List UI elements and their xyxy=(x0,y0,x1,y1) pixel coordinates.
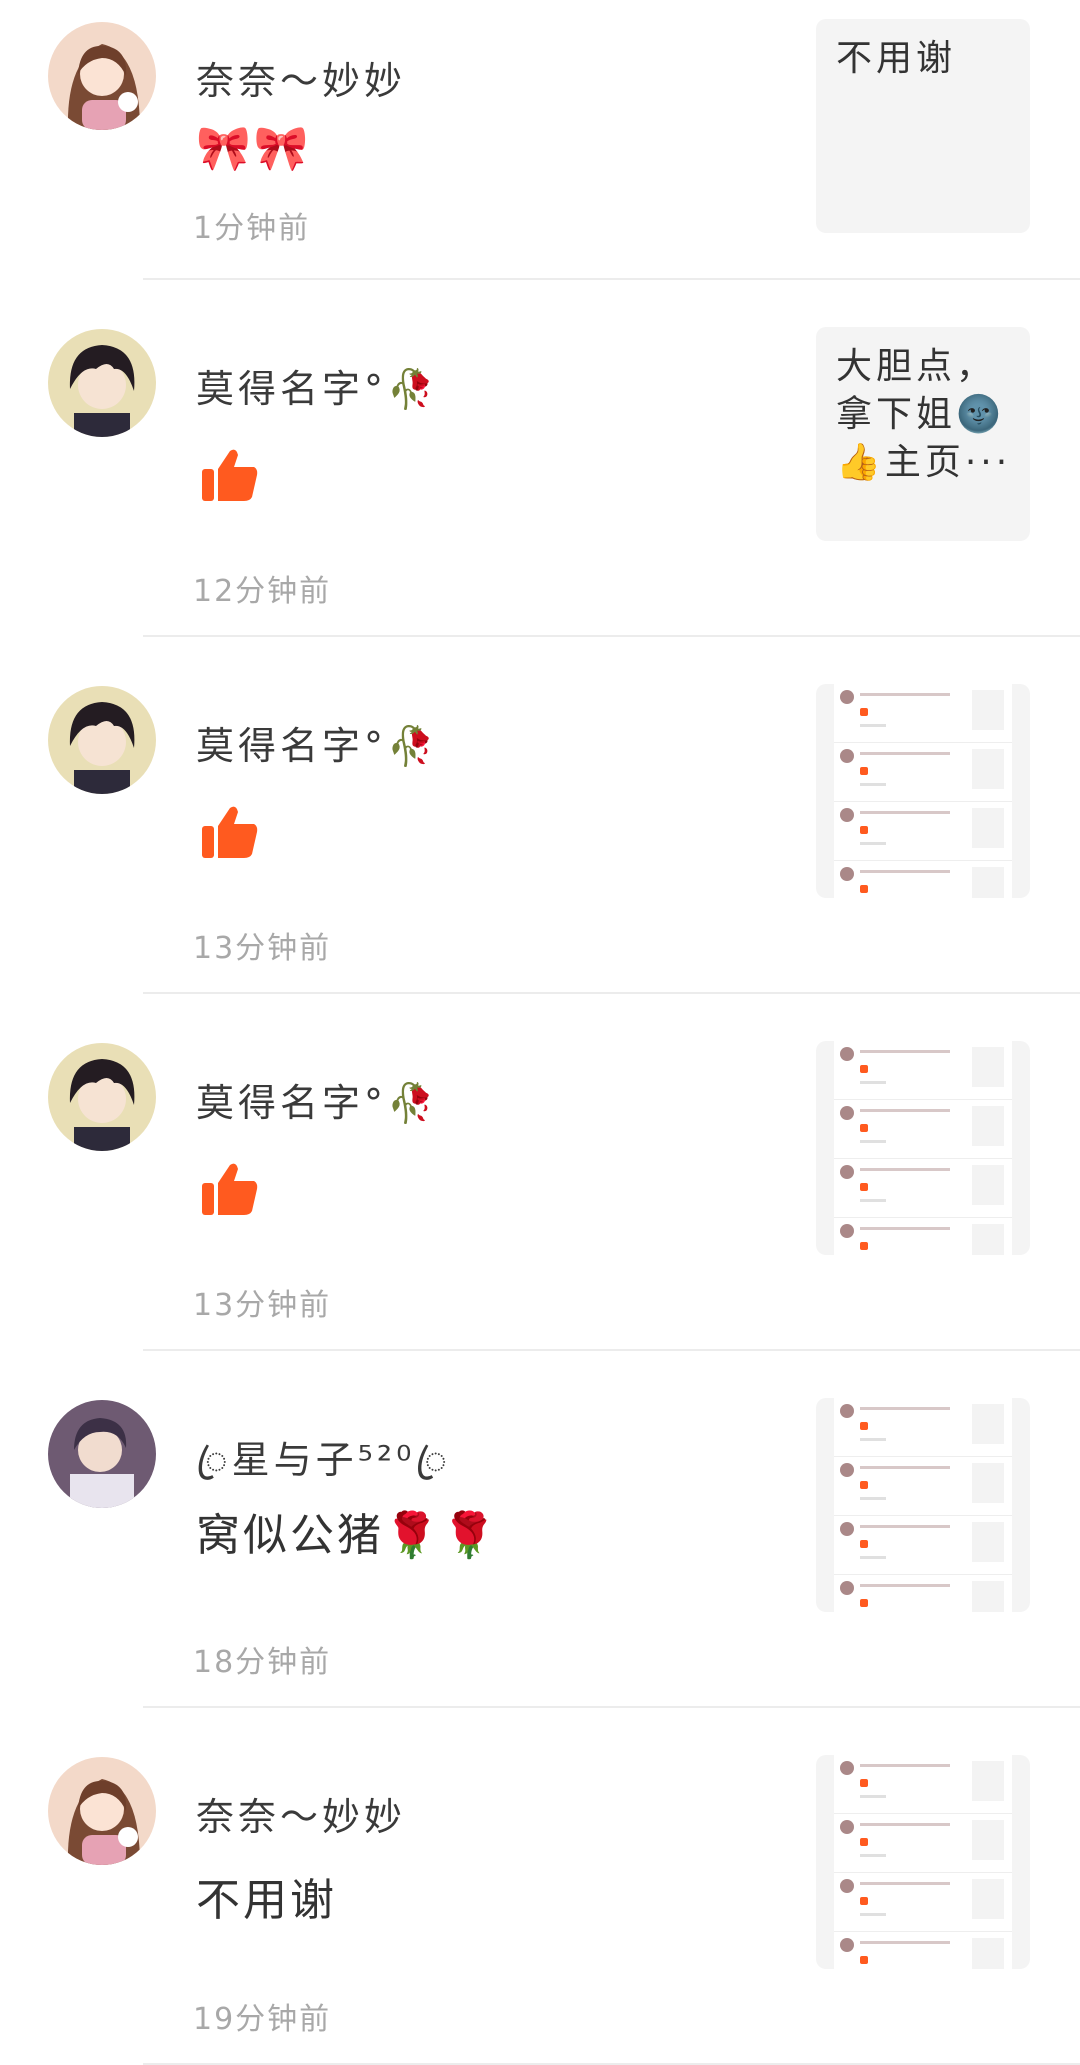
post-thumbnail[interactable] xyxy=(816,1398,1030,1612)
avatar[interactable] xyxy=(48,686,156,794)
thumbs-up-icon xyxy=(202,449,258,501)
screenshot-preview xyxy=(834,1755,1012,1969)
notification-item[interactable]: ꦿ星与子⁵²⁰ꦿ 窝似公猪🌹🌹 18分钟前 xyxy=(0,1351,1080,1708)
post-thumbnail[interactable]: 大胆点，拿下姐🌚👍主页··· xyxy=(816,327,1030,541)
notification-item[interactable]: 奈奈～妙妙 不用谢 19分钟前 xyxy=(0,1708,1080,2065)
post-thumbnail[interactable] xyxy=(816,1755,1030,1969)
post-thumbnail[interactable] xyxy=(816,1041,1030,1255)
timestamp: 13分钟前 xyxy=(193,931,332,966)
username[interactable]: ꦿ星与子⁵²⁰ꦿ xyxy=(196,1429,451,1508)
username[interactable]: 莫得名字°🥀 xyxy=(196,358,438,413)
username[interactable]: 莫得名字°🥀 xyxy=(196,1072,438,1127)
thumbnail-text: 不用谢 xyxy=(836,38,957,79)
username[interactable]: 莫得名字°🥀 xyxy=(196,715,438,770)
notification-item[interactable]: 莫得名字°🥀 12分钟前 大胆点，拿下姐🌚👍主页··· xyxy=(0,280,1080,637)
notification-item[interactable]: 莫得名字°🥀 13分钟前 xyxy=(0,994,1080,1351)
timestamp: 19分钟前 xyxy=(193,2002,332,2037)
screenshot-preview xyxy=(834,1398,1012,1612)
thumbs-up-icon xyxy=(202,1163,258,1215)
avatar[interactable] xyxy=(48,329,156,437)
notification-item[interactable]: 奈奈～妙妙 🎀🎀 1分钟前 不用谢 xyxy=(0,0,1080,280)
thumbs-up-icon xyxy=(202,806,258,858)
post-thumbnail[interactable]: 不用谢 xyxy=(816,19,1030,233)
timestamp: 12分钟前 xyxy=(193,574,332,609)
username[interactable]: 奈奈～妙妙 xyxy=(196,1786,406,1841)
avatar[interactable] xyxy=(48,1400,156,1508)
comment-text: 窝似公猪🌹🌹 xyxy=(196,1510,500,1561)
timestamp: 13分钟前 xyxy=(193,1288,332,1323)
timestamp: 18分钟前 xyxy=(193,1645,332,1680)
screenshot-preview xyxy=(834,1041,1012,1255)
avatar[interactable] xyxy=(48,1043,156,1151)
avatar[interactable] xyxy=(48,22,156,130)
username[interactable]: 奈奈～妙妙 xyxy=(196,50,406,105)
avatar[interactable] xyxy=(48,1757,156,1865)
post-thumbnail[interactable] xyxy=(816,684,1030,898)
comment-text: 不用谢 xyxy=(196,1875,337,1926)
notification-list: 奈奈～妙妙 🎀🎀 1分钟前 不用谢 莫得名字°🥀 12分钟前 大胆点，拿下姐🌚👍… xyxy=(0,0,1080,2065)
timestamp: 1分钟前 xyxy=(193,211,311,246)
screenshot-preview xyxy=(834,684,1012,898)
thumbnail-text: 大胆点，拿下姐🌚👍主页··· xyxy=(836,346,1012,483)
comment-text: 🎀🎀 xyxy=(196,123,312,174)
notification-item[interactable]: 莫得名字°🥀 13分钟前 xyxy=(0,637,1080,994)
